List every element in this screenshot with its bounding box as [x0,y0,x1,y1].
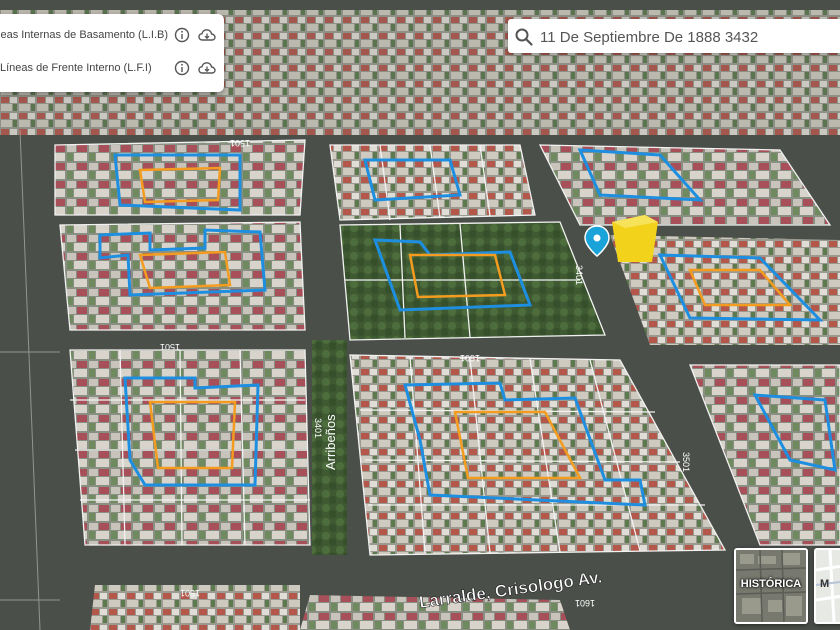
block-number: 1501 [180,588,200,598]
basemap-map-toggle[interactable]: M [814,548,840,624]
layer-row-lib[interactable]: Líneas Internas de Basamento (L.I.B) [0,20,224,50]
block-number: 1501 [230,138,250,148]
info-icon[interactable] [174,60,190,76]
block-number: 3401 [574,265,584,285]
cloud-download-icon[interactable] [198,27,216,43]
block-number: 1501 [160,342,180,352]
block-number: 1601 [460,353,480,363]
search-icon[interactable] [514,27,534,47]
layers-panel: Líneas Internas de Basamento (L.I.B) Lín… [0,14,224,92]
block-b [60,222,305,330]
search-input[interactable] [538,23,840,51]
layer-label-lib: Líneas Internas de Basamento (L.I.B) [0,29,168,41]
highlighted-building[interactable] [612,215,658,262]
layer-row-lfi[interactable]: Líneas de Frente Interno (L.F.I) [0,53,224,83]
block-number: 1601 [575,598,595,608]
satellite-map[interactable]: Larralde, Crisologo Av. Arribeños 1501 1… [0,0,840,630]
basemap-historic-toggle[interactable]: HISTÓRICA [734,548,808,624]
block-a [55,140,305,215]
block-number: 3501 [681,452,691,472]
street-label-arribenos: Arribeños [323,414,338,470]
info-icon[interactable] [174,27,190,43]
block-c [330,145,535,220]
layer-label-lfi: Líneas de Frente Interno (L.F.I) [0,62,152,74]
search-box[interactable] [508,19,840,53]
cloud-download-icon[interactable] [198,60,216,76]
map-label: M [820,578,830,590]
historic-label: HISTÓRICA [740,578,802,590]
block-number: 3401 [313,418,323,438]
